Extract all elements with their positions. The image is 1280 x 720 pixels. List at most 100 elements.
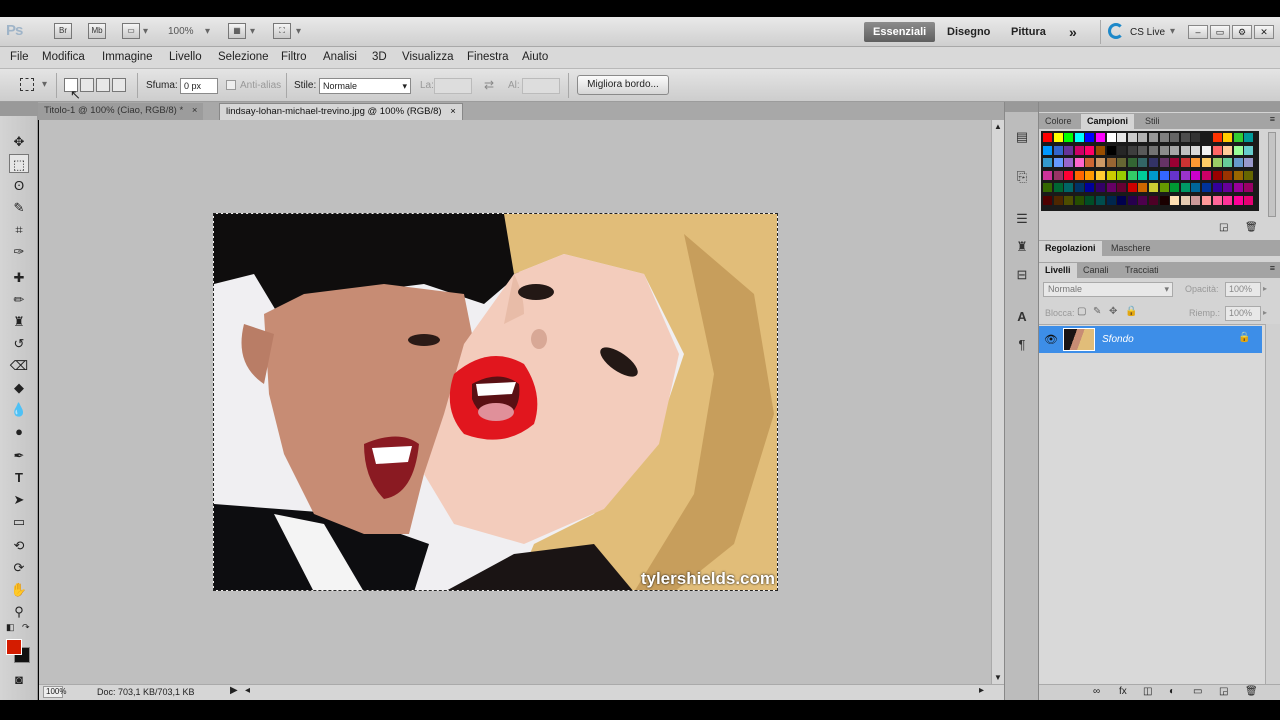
tab-color[interactable]: Colore [1039, 114, 1078, 129]
adjustments-panel-icon[interactable]: ☰ [1013, 210, 1031, 228]
workspace-essentials-button[interactable]: Essenziali [864, 22, 936, 42]
color-swatch[interactable] [1117, 170, 1127, 180]
status-menu-arrow-icon[interactable]: ▶ [230, 685, 238, 696]
color-swatch[interactable] [1170, 195, 1180, 205]
layer-style-icon[interactable]: fx [1119, 686, 1127, 697]
menu-analysis[interactable]: Analisi [323, 51, 357, 63]
color-swatch[interactable] [1170, 145, 1180, 155]
foreground-color-swatch[interactable] [6, 639, 22, 655]
chevron-down-icon[interactable]: ▾ [250, 26, 255, 37]
scroll-down-icon[interactable]: ▼ [994, 673, 1002, 682]
chevron-down-icon[interactable]: ▾ [205, 26, 210, 37]
style-select[interactable]: Normale ▾ [319, 78, 411, 94]
swatches-grid[interactable] [1041, 131, 1259, 211]
color-swatch[interactable] [1053, 195, 1063, 205]
color-swatch[interactable] [1170, 133, 1180, 142]
tab-untitled-1[interactable]: Titolo-1 @ 100% (Ciao, RGB/8) * × [38, 103, 204, 120]
status-zoom-field[interactable]: 100% [43, 686, 66, 698]
color-swatch[interactable] [1043, 133, 1052, 142]
color-swatch[interactable] [1138, 170, 1148, 180]
color-swatch[interactable] [1191, 133, 1201, 142]
color-swatch[interactable] [1043, 183, 1052, 192]
color-swatch[interactable] [1149, 195, 1158, 205]
color-swatch[interactable] [1096, 170, 1105, 180]
scroll-left-icon[interactable]: ◂ [245, 685, 250, 696]
color-swatch[interactable] [1159, 195, 1169, 205]
paint-bucket-tool-icon[interactable]: ◆ [9, 378, 29, 397]
workspace-painting-button[interactable]: Pittura [1002, 22, 1055, 42]
color-swatch[interactable] [1074, 145, 1084, 155]
workspace-design-button[interactable]: Disegno [938, 22, 999, 42]
3d-orbit-tool-icon[interactable]: ⟳ [9, 558, 29, 577]
color-swatch[interactable] [1233, 133, 1243, 142]
close-icon[interactable]: ✕ [1254, 25, 1274, 39]
eraser-tool-icon[interactable]: ⌫ [9, 356, 29, 375]
view-extras-icon[interactable]: ▭ [122, 23, 140, 39]
layers-scrollbar[interactable] [1265, 324, 1280, 686]
tab-masks[interactable]: Maschere [1105, 241, 1157, 256]
color-swatch[interactable] [1085, 158, 1095, 167]
more-workspaces-button[interactable]: » [1060, 22, 1086, 42]
color-swatch[interactable] [1117, 133, 1127, 142]
mini-bridge-panel-icon[interactable]: ▤ [1013, 128, 1031, 146]
close-icon[interactable]: × [192, 105, 198, 116]
toolbox-header[interactable] [0, 102, 38, 116]
restore-icon[interactable]: ▭ [1210, 25, 1230, 39]
menu-layer[interactable]: Livello [169, 51, 202, 63]
color-swatch[interactable] [1085, 145, 1095, 155]
menu-edit[interactable]: Modifica [42, 51, 85, 63]
color-swatch[interactable] [1180, 158, 1190, 167]
close-icon[interactable]: × [450, 106, 456, 117]
color-swatch[interactable] [1127, 183, 1137, 192]
zoom-level[interactable]: 100% [168, 26, 194, 37]
color-swatch[interactable] [1191, 195, 1201, 205]
tab-styles[interactable]: Stili [1139, 114, 1166, 129]
color-swatch[interactable] [1106, 145, 1116, 155]
minimize-icon[interactable]: – [1188, 25, 1208, 39]
color-swatch[interactable] [1244, 183, 1254, 192]
chevron-down-icon[interactable]: ▾ [1170, 26, 1175, 37]
color-swatch[interactable] [1244, 195, 1254, 205]
scroll-up-icon[interactable]: ▲ [994, 122, 1002, 131]
path-selection-tool-icon[interactable]: ➤ [9, 490, 29, 509]
lock-pixels-icon[interactable]: ✎ [1093, 306, 1101, 317]
color-swatch[interactable] [1106, 133, 1116, 142]
color-swatch[interactable] [1127, 145, 1137, 155]
bridge-icon[interactable]: Br [54, 23, 72, 39]
rectangle-tool-icon[interactable]: ▭ [9, 512, 29, 531]
chevron-down-icon[interactable]: ▾ [42, 79, 47, 90]
color-swatch[interactable] [1085, 183, 1095, 192]
tool-presets-panel-icon[interactable]: ⊟ [1013, 266, 1031, 284]
opacity-input[interactable]: 100% [1225, 282, 1261, 297]
healing-brush-tool-icon[interactable]: ✚ [9, 268, 29, 287]
color-swatch[interactable] [1202, 133, 1211, 142]
color-swatch[interactable] [1127, 195, 1137, 205]
chevron-down-icon[interactable]: ▾ [143, 26, 148, 37]
feather-input[interactable]: 0 px [180, 78, 218, 94]
color-swatch[interactable] [1096, 145, 1105, 155]
color-swatch[interactable] [1043, 195, 1052, 205]
color-swatch[interactable] [1064, 183, 1074, 192]
color-swatch[interactable] [1138, 133, 1148, 142]
marquee-preset-icon[interactable] [20, 78, 34, 91]
tab-paths[interactable]: Tracciati [1119, 263, 1165, 278]
color-swatch[interactable] [1064, 195, 1074, 205]
menu-view[interactable]: Visualizza [402, 51, 454, 63]
color-swatch[interactable] [1064, 133, 1074, 142]
color-swatch[interactable] [1244, 158, 1254, 167]
new-swatch-icon[interactable]: ◲ [1219, 222, 1228, 233]
color-swatch[interactable] [1212, 183, 1222, 192]
tab-layers[interactable]: Livelli [1039, 263, 1077, 278]
dock-header[interactable] [1005, 102, 1039, 112]
color-swatch[interactable] [1159, 133, 1169, 142]
3d-rotate-tool-icon[interactable]: ⟲ [9, 536, 29, 555]
history-brush-tool-icon[interactable]: ↺ [9, 334, 29, 353]
layer-row[interactable]: 👁 Sfondo 🔒 [1039, 326, 1262, 353]
adjustment-layer-icon[interactable]: ◐ [1169, 686, 1175, 697]
color-swatch[interactable] [1043, 158, 1052, 167]
type-tool-icon[interactable]: T [9, 468, 29, 487]
color-swatch[interactable] [1223, 145, 1233, 155]
height-input[interactable] [522, 78, 560, 94]
color-swatch[interactable] [1117, 145, 1127, 155]
color-swatch[interactable] [1106, 195, 1116, 205]
